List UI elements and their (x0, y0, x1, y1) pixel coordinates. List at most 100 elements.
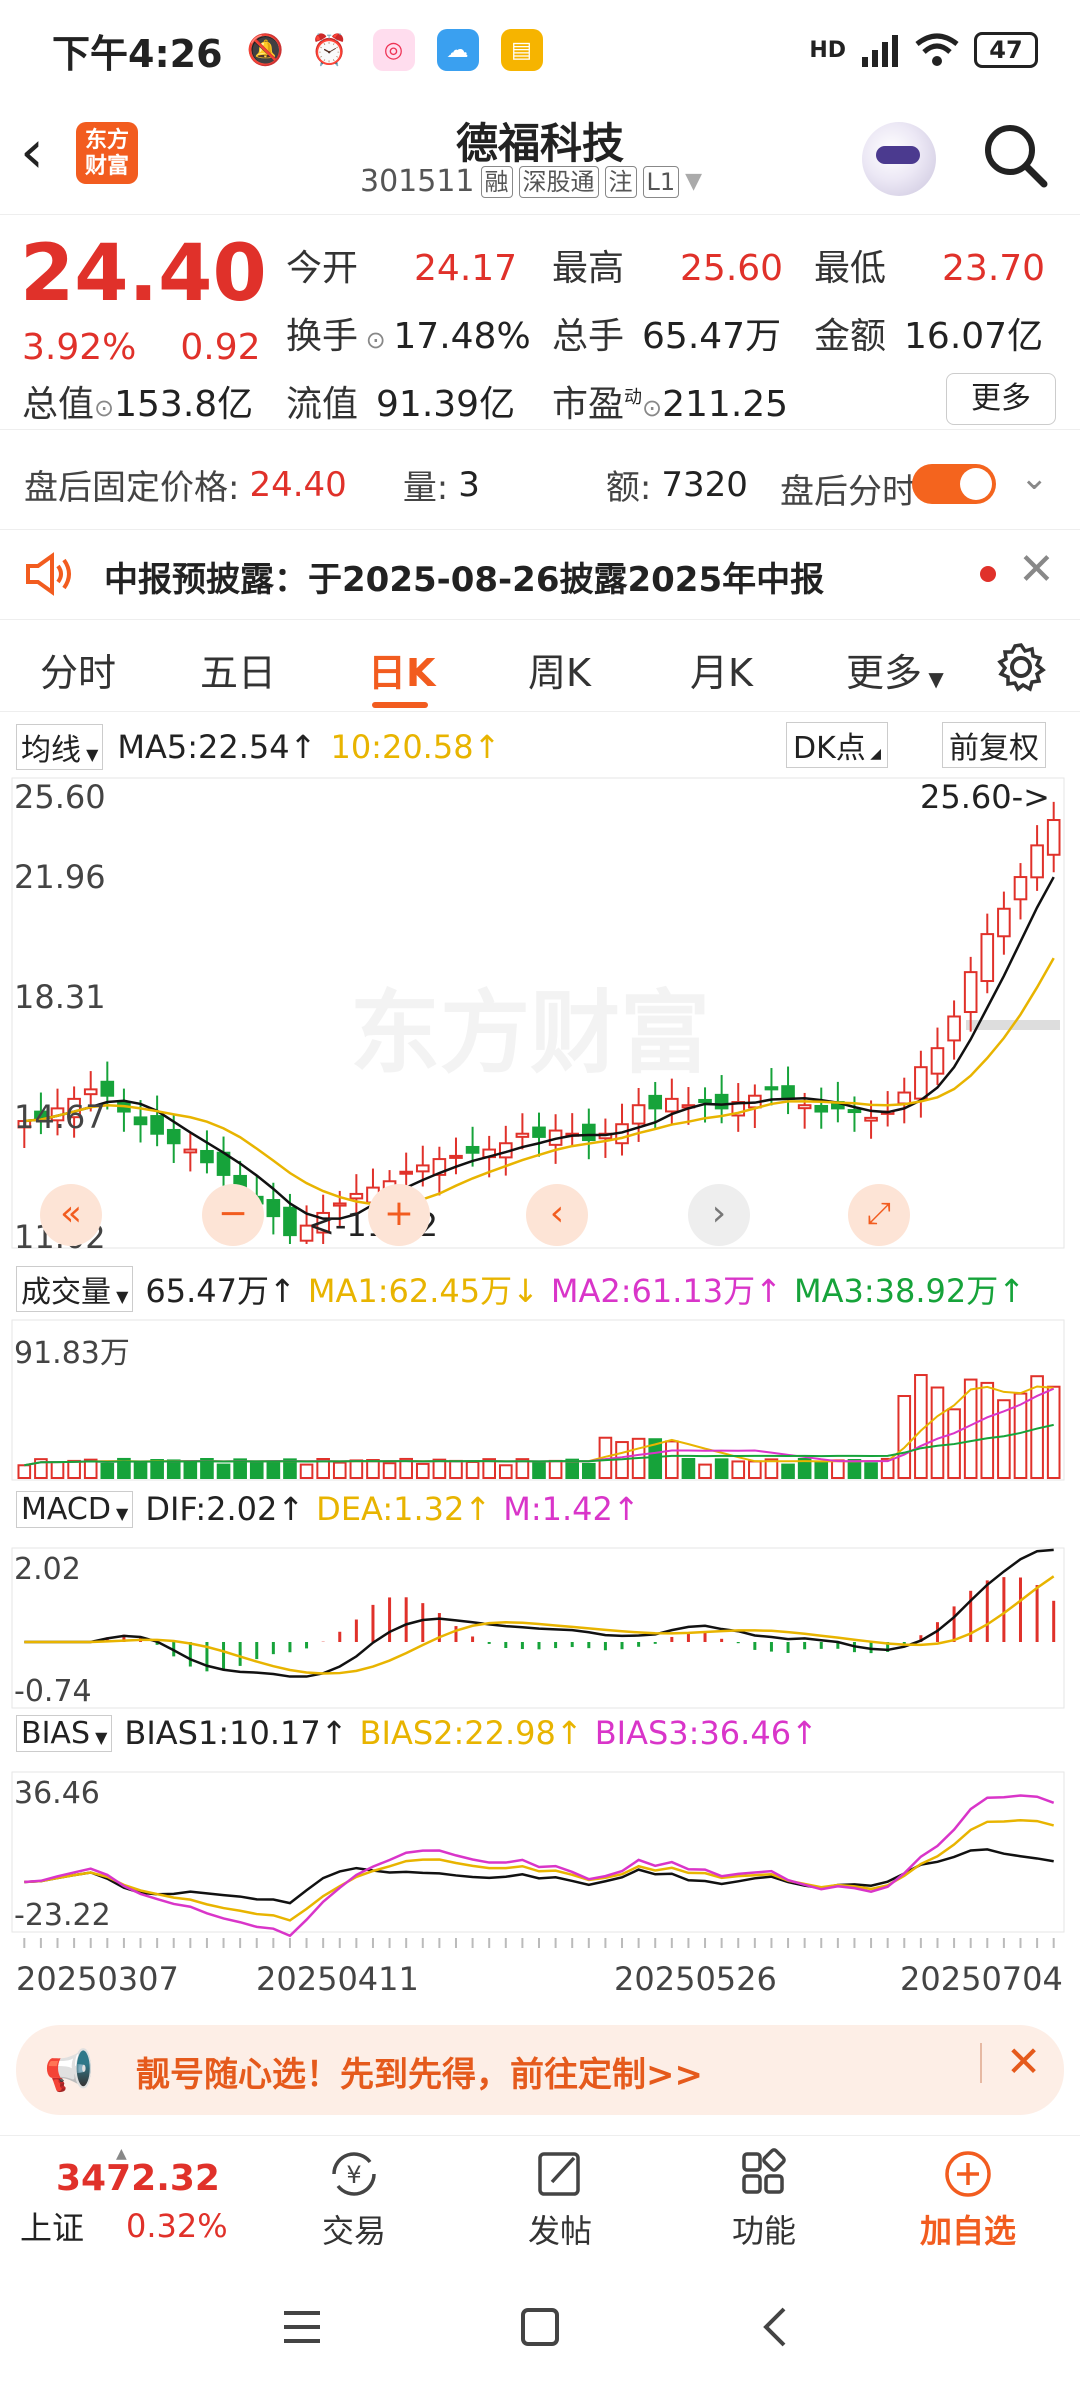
back-nav-icon[interactable] (756, 2305, 796, 2349)
volume-bar (449, 1459, 463, 1480)
after-hours-vol-label: 量: (402, 468, 449, 508)
grid-icon (742, 2148, 786, 2194)
watermark: 东方财富 (350, 981, 710, 1086)
more-button[interactable]: 更多 (946, 373, 1056, 425)
high-field: 最高 25.60 (552, 248, 784, 289)
volume-bar (299, 1463, 314, 1479)
speaker-icon (26, 552, 71, 596)
index-pct: 0.32% (126, 2207, 228, 2245)
candle-body (714, 1093, 729, 1110)
tag-level: L1 (642, 165, 680, 198)
bias-selector[interactable]: BIAS ▼ (16, 1714, 113, 1752)
close-icon[interactable]: ✕ (1018, 544, 1055, 595)
candle-body (1030, 844, 1044, 879)
volume-bar (17, 1464, 32, 1480)
candle-body (797, 1104, 812, 1110)
change-pct: 3.92% (22, 327, 137, 368)
candle-body (847, 1109, 862, 1114)
scroll-right-button[interactable]: › (688, 1184, 750, 1246)
wifi-icon (915, 33, 959, 66)
system-nav-bar (0, 2265, 1080, 2400)
kline-svg[interactable] (0, 772, 1080, 2012)
candle-body (665, 1097, 679, 1113)
after-hours-amt: 7320 (661, 464, 748, 505)
adjust-button[interactable]: 前复权 (942, 722, 1046, 768)
alarm-icon: ⏰ (310, 32, 349, 68)
macd-dea-line (24, 1575, 1055, 1675)
nav-post[interactable]: 发帖 (500, 2148, 620, 2252)
macd-dif-line (24, 1548, 1054, 1678)
tab-five-day[interactable]: 五日 (200, 642, 276, 697)
zoom-in-button[interactable]: + (368, 1184, 430, 1246)
candle-body (781, 1085, 795, 1100)
axis-label-top: 25.60 (14, 778, 106, 816)
scroll-left-button[interactable]: ‹ (526, 1184, 588, 1246)
date-label-2: 20250411 (256, 1960, 419, 1998)
home-icon[interactable] (520, 2307, 560, 2347)
settings-gear-icon[interactable] (996, 642, 1046, 692)
svg-text:¥: ¥ (346, 2161, 361, 2189)
unread-dot (980, 566, 996, 582)
tab-weekly-k[interactable]: 周K (528, 642, 591, 697)
axis-label-2: 21.96 (14, 858, 106, 896)
tab-more[interactable]: 更多 ▼ (846, 642, 944, 697)
after-hours-toggle[interactable] (912, 464, 996, 504)
tab-daily-k[interactable]: 日K (368, 642, 435, 697)
kline-chart-area[interactable]: 均线 ▼ MA5:22.54↑ 10:20.58↑ DK点 ◢ 前复权 25.6… (0, 712, 1080, 2012)
app-header: 德福科技 ‹ 东方 财富 301511 融 深股通 注 L1 ▼ (0, 100, 1080, 215)
tab-intraday[interactable]: 分时 (40, 642, 116, 697)
plus-circle-icon (945, 2151, 991, 2197)
macd-selector[interactable]: MACD ▼ (16, 1490, 134, 1528)
menu-icon[interactable] (282, 2307, 322, 2347)
after-hours-chart-label: 盘后分时 (780, 472, 916, 512)
assistant-robot-icon[interactable] (862, 122, 936, 196)
chevron-down-icon[interactable]: ⌄ (1020, 458, 1049, 498)
volume-bar (831, 1459, 845, 1479)
candle-body (947, 1015, 961, 1042)
volume-bar (349, 1459, 364, 1479)
promo-banner[interactable]: 📢 靓号随心选！先到先得，前往定制>> ✕ (16, 2025, 1064, 2115)
candle-body (980, 933, 995, 983)
volume-selector[interactable]: 成交量 ▼ (16, 1266, 134, 1312)
index-widget[interactable]: ▲ 3472.32 上证 0.32% (20, 2146, 228, 2249)
candle-body (100, 1080, 115, 1097)
bias-axis-top: 36.46 (14, 1776, 100, 1811)
candle-body (648, 1094, 663, 1110)
macd-m: M:1.42↑ (503, 1490, 640, 1528)
notice-bar[interactable]: 中报预披露：于2025-08-26披露2025年中报 ✕ (0, 530, 1080, 620)
amount-field: 金额 16.07亿 (814, 316, 1044, 357)
volume-bar (249, 1460, 264, 1480)
zoom-out-button[interactable]: − (202, 1184, 264, 1246)
float-cap-field: 流值 91.39亿 (286, 384, 516, 425)
after-hours-amt-label: 额: (605, 468, 652, 508)
nav-trade[interactable]: ¥ 交易 (294, 2148, 414, 2252)
volume-bar (415, 1462, 430, 1480)
candle-body (997, 907, 1011, 938)
candle-body (631, 1104, 646, 1125)
edit-icon (538, 2152, 580, 2196)
dk-point-button[interactable]: DK点 ◢ (786, 722, 888, 768)
volume-bar (67, 1459, 81, 1480)
back-button[interactable]: ‹ (20, 122, 44, 182)
nav-function[interactable]: 功能 (704, 2148, 824, 2252)
volume-bar (781, 1463, 795, 1479)
ma10-value: 10:20.58↑ (330, 728, 501, 766)
close-icon[interactable]: ✕ (1006, 2037, 1041, 2086)
low-field: 最低 23.70 (814, 248, 1046, 289)
volume-bar (498, 1464, 513, 1480)
candle-body (465, 1145, 480, 1154)
fullscreen-button[interactable]: ⤢ (848, 1184, 910, 1246)
ma-selector[interactable]: 均线 ▼ (16, 724, 104, 770)
tab-monthly-k[interactable]: 月K (690, 642, 753, 697)
scroll-left-fast-button[interactable]: « (40, 1184, 102, 1246)
eastmoney-logo[interactable]: 东方 财富 (76, 122, 138, 184)
candle-body (963, 971, 978, 1014)
ma5-value: MA5:22.54↑ (117, 728, 317, 766)
volume-bar (581, 1462, 596, 1479)
stock-subtitle[interactable]: 301511 融 深股通 注 L1 ▼ (360, 164, 702, 199)
nav-add-watchlist[interactable]: 加自选 (908, 2148, 1028, 2252)
search-icon[interactable] (980, 120, 1050, 190)
volume-ma2: MA2:61.13万↑ (550, 1272, 782, 1310)
candle-body (150, 1115, 164, 1135)
candle-body (415, 1164, 430, 1173)
